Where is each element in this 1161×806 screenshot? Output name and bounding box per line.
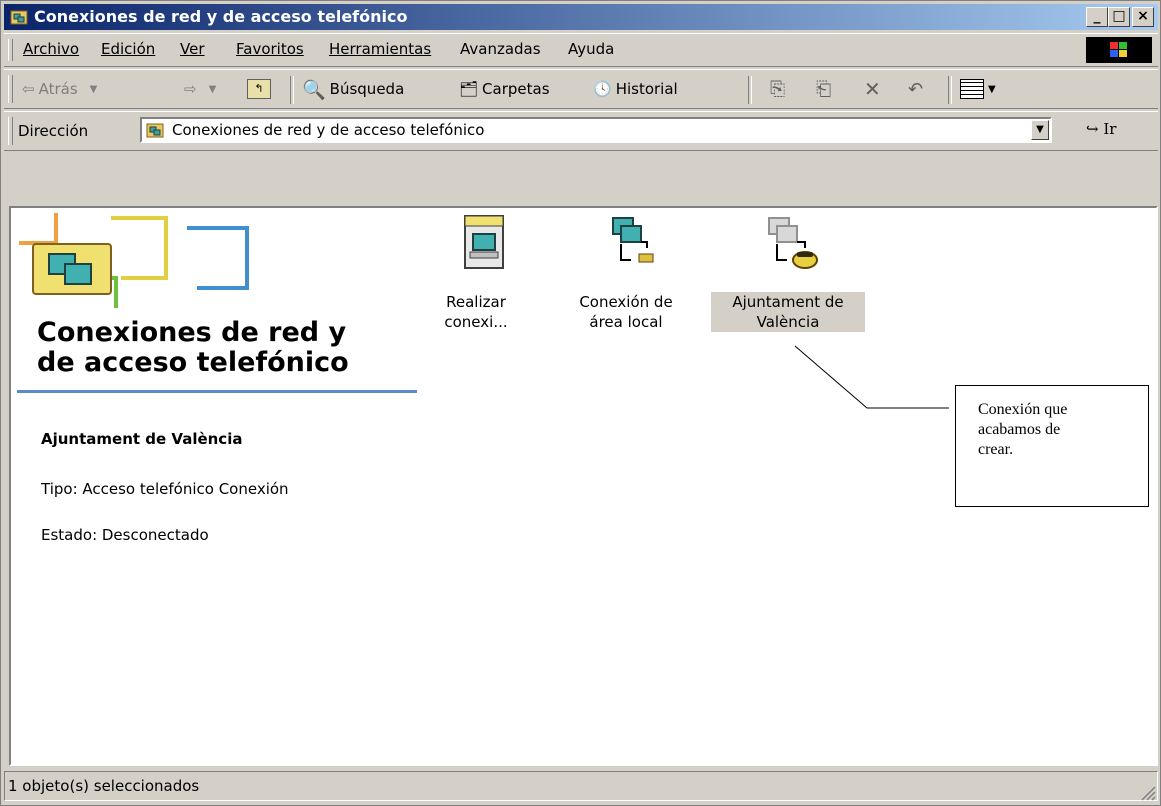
address-grip[interactable] [8,117,13,145]
toolbar-separator-3 [948,76,952,104]
callout-line2: acabamos de [978,421,1061,438]
address-value: Conexiones de red y de acceso telefónico [172,121,485,139]
back-button[interactable]: ⇦ Atrás ▼ [22,75,97,103]
address-dropdown-button[interactable]: ▼ [1031,120,1049,140]
go-button[interactable]: ↪ Ir [1086,120,1116,138]
toolbar-separator [290,76,294,104]
status-bar: 1 objeto(s) seleccionados [4,769,1158,803]
views-dropdown-icon[interactable]: ▼ [988,84,996,95]
menu-grip[interactable] [8,39,13,61]
address-label-text: Dirección [18,122,89,140]
callout-line1: Conexión que [978,401,1068,418]
menu-favoritos[interactable]: Favoritos [236,40,304,58]
minimize-button[interactable]: _ [1086,7,1108,27]
folders-label: Carpetas [482,80,550,98]
go-arrow-icon: ↪ [1086,120,1099,138]
folders-icon: 🗂 [459,80,479,98]
back-label: Atrás [38,80,78,98]
back-dropdown-icon[interactable]: ▼ [90,84,98,95]
history-label: Historial [615,80,678,98]
views-icon [960,79,984,99]
title-bar[interactable]: Conexiones de red y de acceso telefónico… [4,4,1158,30]
window-title: Conexiones de red y de acceso telefónico [34,7,408,26]
forward-dropdown-icon[interactable]: ▼ [209,84,217,95]
status-text: 1 objeto(s) seleccionados [8,777,200,795]
history-icon: 🕓 [593,80,612,98]
move-to-icon: ⎘ [770,78,786,100]
network-folder-icon [10,10,28,25]
close-button[interactable]: × [1132,7,1154,27]
maximize-button[interactable]: □ [1108,7,1130,27]
history-button[interactable]: 🕓 Historial [593,75,678,103]
copy-to-button[interactable]: ⎗ [816,75,831,103]
menu-edicion[interactable]: Edición [101,40,155,58]
views-button[interactable]: ▼ [960,75,996,103]
status-panel: 1 objeto(s) seleccionados [4,771,1158,801]
back-arrow-icon: ⇦ [22,80,35,98]
forward-button[interactable]: ⇨ ▼ [184,75,216,103]
annotation-callout: Conexión que acabamos de crear. [955,385,1149,507]
address-field[interactable]: Conexiones de red y de acceso telefónico… [140,117,1052,143]
folders-button[interactable]: 🗂 Carpetas [459,75,550,103]
standard-toolbar: ⇦ Atrás ▼ ⇨ ▼ ↰ 🔍 Búsqueda 🗂 Carpetas 🕓 … [4,69,1158,109]
copy-to-icon: ⎗ [816,78,832,100]
menu-ver[interactable]: Ver [180,40,205,58]
resize-grip-icon[interactable] [1138,783,1156,801]
search-icon: 🔍 [302,78,326,101]
search-button[interactable]: 🔍 Búsqueda [302,75,404,103]
address-bar: Dirección Conexiones de red y de acceso … [4,111,1158,151]
windows-logo-icon [1086,37,1152,63]
search-label: Búsqueda [329,80,405,98]
undo-button[interactable]: ↶ [908,75,923,103]
delete-button[interactable]: ✕ [864,75,881,103]
toolbar-grip[interactable] [8,75,13,103]
menu-bar: Archivo Edición Ver Favoritos Herramient… [4,33,1158,67]
address-label: Dirección [18,122,88,140]
menu-ayuda[interactable]: Ayuda [568,40,614,58]
menu-herramientas[interactable]: Herramientas [329,40,431,58]
delete-icon: ✕ [864,77,881,101]
up-folder-button[interactable]: ↰ [247,75,271,103]
callout-line3: crear. [978,441,1014,458]
move-to-button[interactable]: ⎘ [770,75,785,103]
undo-icon: ↶ [908,78,924,100]
up-folder-icon: ↰ [247,79,271,99]
toolbar-separator-2 [748,76,752,104]
forward-arrow-icon: ⇨ [184,80,197,98]
menu-archivo[interactable]: Archivo [23,40,79,58]
explorer-window: Conexiones de red y de acceso telefónico… [0,0,1161,806]
network-folder-icon [146,123,164,138]
go-label: Ir [1103,120,1117,138]
menu-avanzadas[interactable]: Avanzadas [460,40,541,58]
